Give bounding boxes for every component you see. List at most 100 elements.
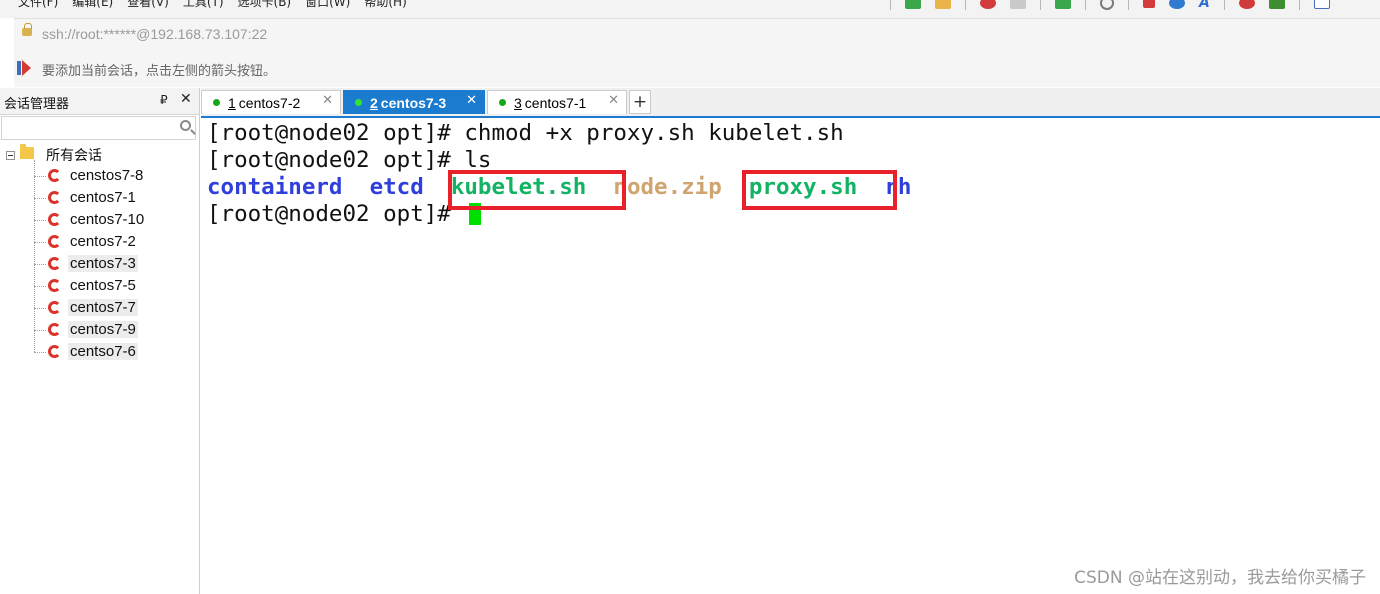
tab-number: 2 — [370, 94, 378, 111]
toolbar: A — [890, 0, 1330, 10]
file-node-zip: node.zip — [613, 174, 722, 200]
tab-centos7-1[interactable]: 3 centos7-1 ✕ — [487, 90, 627, 114]
session-item-label[interactable]: centos7-1 — [68, 189, 138, 206]
new-window-icon[interactable] — [1313, 0, 1330, 9]
session-item[interactable]: centos7-10 — [34, 210, 194, 232]
session-manager-panel: 会话管理器 ₽ ✕ 所有会话 censtos7-8 centos7-1 cent… — [0, 88, 200, 594]
tab-close-icon[interactable]: ✕ — [322, 93, 333, 108]
open-folder-icon[interactable] — [935, 0, 951, 9]
menu-edit[interactable]: 编辑(E) — [72, 0, 113, 10]
tab-close-icon[interactable]: ✕ — [608, 93, 619, 108]
tree-connector — [34, 242, 46, 243]
menu-window[interactable]: 窗口(W) — [305, 0, 350, 10]
menu-bar: 文件(F) 编辑(E) 查看(V) 工具(T) 选项卡(B) 窗口(W) 帮助(… — [0, 0, 1380, 18]
tree-connector — [34, 264, 46, 265]
font-icon[interactable]: A — [1199, 0, 1210, 10]
session-icon — [48, 213, 61, 226]
toolbar-separator — [890, 0, 891, 10]
xftp-lock-icon[interactable] — [1268, 0, 1285, 9]
session-item-label[interactable]: centos7-9 — [68, 321, 138, 338]
tree-root-all-sessions[interactable] — [6, 145, 15, 165]
tree-connector — [34, 286, 46, 287]
toolbar-separator — [1085, 0, 1086, 10]
menu-help[interactable]: 帮助(H) — [364, 0, 406, 10]
terminal-prompt-line: [root@node02 opt]# — [207, 201, 482, 228]
session-search — [1, 116, 196, 140]
watermark: CSDN @站在这别动，我去给你买橘子 — [1074, 568, 1366, 588]
session-icon — [48, 257, 61, 270]
window-layout-icon[interactable] — [1143, 0, 1155, 8]
tab-name: centos7-2 — [238, 94, 301, 111]
find-icon[interactable] — [1100, 0, 1114, 10]
session-item[interactable]: centos7-1 — [34, 188, 194, 210]
tab-label: 1 centos7-2 — [228, 95, 300, 111]
menu-view[interactable]: 查看(V) — [127, 0, 169, 10]
tree-root-label[interactable]: 所有会话 — [46, 145, 102, 165]
session-item[interactable]: centso7-6 — [34, 342, 194, 364]
tree-connector — [34, 308, 46, 309]
session-item[interactable]: centos7-7 — [34, 298, 194, 320]
search-icon[interactable] — [180, 120, 191, 131]
arrow-icon[interactable] — [17, 60, 31, 76]
address-text: ssh://root:******@192.168.73.107:22 — [42, 26, 268, 42]
session-item-label[interactable]: centso7-6 — [68, 343, 138, 360]
session-search-input[interactable] — [2, 117, 180, 139]
session-item[interactable]: censtos7-8 — [34, 166, 194, 188]
tree-connector — [34, 198, 46, 199]
session-item[interactable]: centos7-5 — [34, 276, 194, 298]
add-tab-button[interactable]: + — [629, 90, 651, 114]
session-icon — [48, 235, 61, 248]
globe-icon[interactable] — [1169, 0, 1185, 9]
tree-connector — [34, 220, 46, 221]
menu-tabs[interactable]: 选项卡(B) — [238, 0, 292, 10]
session-hint-bar: 要添加当前会话，点击左侧的箭头按钮。 — [14, 49, 1380, 87]
folder-icon — [20, 144, 34, 159]
reconnect-icon[interactable] — [1010, 0, 1026, 9]
tab-centos7-2[interactable]: 1 centos7-2 ✕ — [201, 90, 341, 114]
menu-tools[interactable]: 工具(T) — [183, 0, 224, 10]
connected-status-icon — [499, 99, 506, 106]
session-icon — [48, 279, 61, 292]
pin-icon[interactable]: ₽ — [160, 93, 168, 107]
session-icon — [48, 169, 61, 182]
toolbar-separator — [1298, 0, 1300, 10]
panel-title: 会话管理器 — [4, 97, 70, 112]
session-item[interactable]: centos7-3 — [34, 254, 194, 276]
address-bar[interactable]: ssh://root:******@192.168.73.107:22 — [14, 18, 1380, 50]
tree-connector — [34, 352, 46, 353]
session-item[interactable]: centos7-9 — [34, 320, 194, 342]
session-item-label[interactable]: centos7-7 — [68, 299, 138, 316]
session-icon — [48, 301, 61, 314]
disconnect-icon[interactable] — [980, 0, 996, 9]
session-item[interactable]: centos7-2 — [34, 232, 194, 254]
dir-etcd: etcd — [369, 174, 424, 200]
xshell-icon[interactable] — [1238, 0, 1255, 9]
highlight-box-proxy — [742, 170, 897, 210]
tab-name: centos7-1 — [524, 94, 587, 111]
session-item-label[interactable]: centos7-5 — [68, 277, 138, 294]
toolbar-separator — [1128, 0, 1129, 10]
new-session-icon[interactable] — [905, 0, 921, 9]
tab-close-icon[interactable]: ✕ — [466, 93, 477, 108]
close-icon[interactable]: ✕ — [180, 91, 192, 107]
connected-status-icon — [355, 99, 362, 106]
toolbar-separator — [1223, 0, 1225, 10]
toolbar-separator — [1040, 0, 1041, 10]
menu-file[interactable]: 文件(F) — [18, 0, 58, 10]
session-item-label[interactable]: centos7-10 — [68, 211, 146, 228]
tree-connector — [34, 330, 46, 331]
terminal-line: [root@node02 opt]# chmod +x proxy.sh kub… — [207, 120, 844, 146]
session-icon — [48, 191, 61, 204]
tab-number: 3 — [514, 94, 522, 111]
tab-name: centos7-3 — [380, 94, 447, 111]
collapse-toggle-icon[interactable] — [6, 150, 15, 160]
settings-gear-icon[interactable] — [1055, 0, 1071, 9]
session-item-label[interactable]: centos7-3 — [68, 255, 138, 272]
session-item-label[interactable]: censtos7-8 — [68, 167, 145, 184]
session-icon — [48, 345, 61, 358]
tab-centos7-3[interactable]: 2 centos7-3 ✕ — [343, 90, 485, 114]
session-item-label[interactable]: centos7-2 — [68, 233, 138, 250]
terminal[interactable]: [root@node02 opt]# chmod +x proxy.sh kub… — [201, 118, 1380, 594]
session-icon — [48, 323, 61, 336]
tab-number: 1 — [228, 94, 236, 111]
